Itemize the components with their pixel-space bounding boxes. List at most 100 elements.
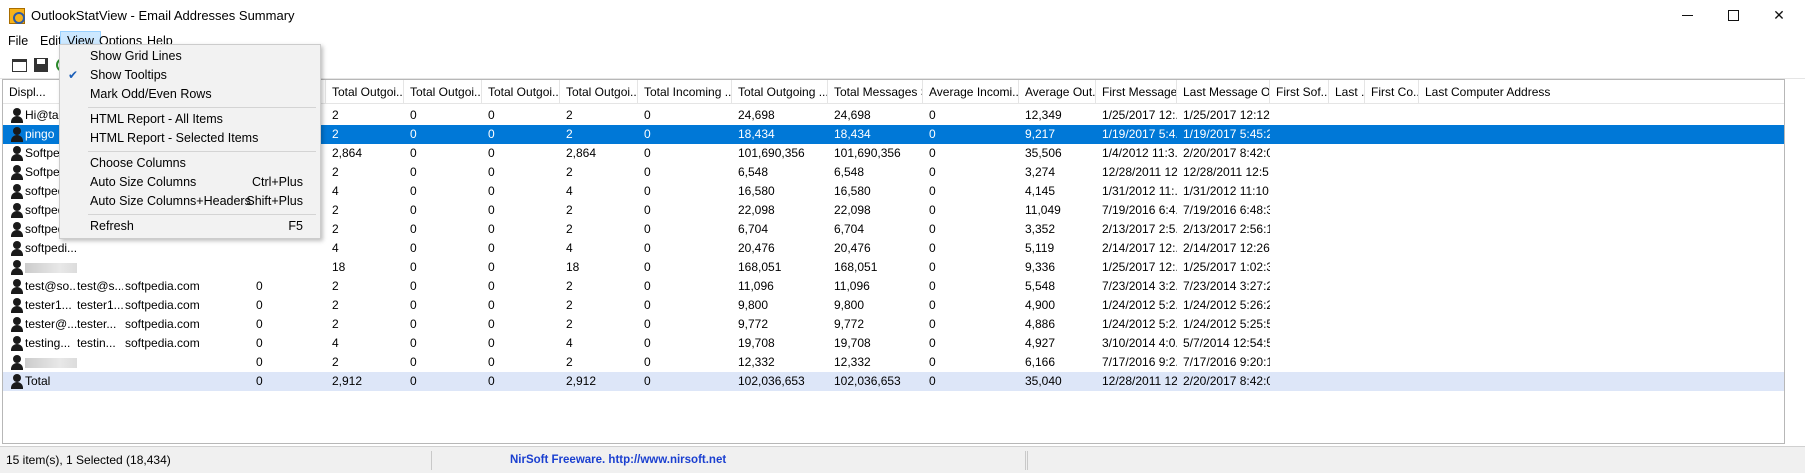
stat-cell: 0	[929, 298, 936, 312]
redacted-text	[25, 262, 77, 273]
stat-cell: 0	[929, 203, 936, 217]
stat-cell: 2	[332, 279, 339, 293]
email-detail-cell: 0	[256, 374, 263, 388]
stat-cell: 0	[488, 241, 495, 255]
contact-icon	[10, 336, 24, 351]
stat-cell: 2	[332, 355, 339, 369]
column-header[interactable]: Total Outgoi...	[482, 80, 560, 104]
stat-cell: 12/28/2011 12:5...	[1183, 165, 1270, 179]
column-header[interactable]: Last ...	[1329, 80, 1365, 104]
table-row[interactable]: tester1... tester1... softpedia.com 0 2 0 0 2 0 9…	[3, 296, 1784, 315]
column-header[interactable]: Total Outgoi...	[560, 80, 638, 104]
stat-cell: 0	[644, 298, 651, 312]
close-button[interactable]: ✕	[1756, 0, 1802, 31]
stat-cell: 2	[566, 108, 573, 122]
column-header[interactable]: Last Message On	[1177, 80, 1270, 104]
table-row[interactable]: 0 2 0 0 2 0 12,332 12,332 0 6,166 7/17/2016 9:2...…	[3, 353, 1784, 372]
menu-auto-size-columns[interactable]: Auto Size Columns Ctrl+Plus	[60, 173, 320, 192]
stat-cell: 9,772	[738, 317, 769, 331]
table-row[interactable]: 18 0 0 18 0 168,051 168,051 0 9,336 1/25/2017 12:…	[3, 258, 1784, 277]
stat-cell: 0	[644, 165, 651, 179]
stat-cell: 0	[644, 108, 651, 122]
stat-cell: 0	[488, 336, 495, 350]
stat-cell: 12,332	[738, 355, 775, 369]
column-header[interactable]: Total Outgoing ...	[732, 80, 828, 104]
stat-cell: 4	[332, 336, 339, 350]
contact-icon	[10, 317, 24, 332]
stat-cell: 6,548	[834, 165, 865, 179]
report-icon	[11, 58, 27, 72]
email-detail-cell: tester1...	[77, 298, 123, 312]
menu-html-report-all[interactable]: HTML Report - All Items	[60, 110, 320, 129]
menu-refresh[interactable]: Refresh F5	[60, 217, 320, 236]
stat-cell: 2/14/2017 12:26:...	[1183, 241, 1270, 255]
stat-cell: 1/25/2017 12:...	[1102, 108, 1177, 122]
menu-choose-columns[interactable]: Choose Columns	[60, 154, 320, 173]
column-header[interactable]: Last Computer Address	[1419, 80, 1784, 104]
menu-html-report-selected[interactable]: HTML Report - Selected Items	[60, 129, 320, 148]
contact-icon	[10, 374, 24, 389]
column-header[interactable]: Average Out...	[1019, 80, 1096, 104]
display-name-cell	[25, 353, 77, 372]
stat-cell: 1/24/2012 5:2...	[1102, 317, 1177, 331]
stat-cell: 20,476	[738, 241, 775, 255]
table-row[interactable]: softpedi... 4 0 0 4 0 20,476 20,476 0 5,119 2/14/2…	[3, 239, 1784, 258]
email-detail-cell	[77, 353, 123, 372]
app-icon	[9, 8, 25, 24]
save-button[interactable]	[31, 55, 51, 75]
stat-cell: 2	[332, 165, 339, 179]
stat-cell: 11,096	[738, 279, 774, 293]
stat-cell: 18	[566, 260, 580, 274]
column-header[interactable]: Total Messages S...	[828, 80, 923, 104]
stat-cell: 3,274	[1025, 165, 1056, 179]
email-detail-cell: softpedia.com	[125, 317, 200, 331]
stat-cell: 0	[488, 127, 495, 141]
stat-cell: 0	[410, 222, 417, 236]
email-detail-cell	[256, 258, 316, 277]
menu-show-tooltips[interactable]: ✔ Show Tooltips	[60, 66, 320, 85]
nirsoft-link[interactable]: NirSoft Freeware. http://www.nirsoft.net	[506, 451, 1026, 470]
table-row[interactable]: testing... testin... softpedia.com 0 4 0 0 4 0 19…	[3, 334, 1784, 353]
column-header[interactable]: First Sof...	[1270, 80, 1329, 104]
maximize-button[interactable]	[1710, 0, 1756, 31]
stat-cell: 4	[566, 336, 573, 350]
column-header[interactable]: First Co...	[1365, 80, 1419, 104]
stat-cell: 0	[410, 317, 417, 331]
stat-cell: 1/19/2017 5:4...	[1102, 127, 1177, 141]
menu-mark-odd-even[interactable]: Mark Odd/Even Rows	[60, 85, 320, 104]
menu-show-grid-lines[interactable]: Show Grid Lines	[60, 47, 320, 66]
stat-cell: 5/7/2014 12:54:5...	[1183, 336, 1270, 350]
menu-file[interactable]: File	[2, 31, 34, 51]
stat-cell: 2,912	[566, 374, 597, 388]
column-header[interactable]: First Message...	[1096, 80, 1177, 104]
total-row[interactable]: Total 0 2,912 0 0 2,912 0 102,036,653 102,036,65…	[3, 372, 1784, 391]
stat-cell: 1/24/2012 5:26:2...	[1183, 298, 1270, 312]
menu-separator	[88, 214, 316, 215]
report-button[interactable]	[9, 55, 29, 75]
contact-icon	[10, 279, 24, 294]
stat-cell: 2	[332, 298, 339, 312]
column-header[interactable]: Total Outgoi...	[326, 80, 404, 104]
stat-cell: 0	[410, 355, 417, 369]
stat-cell: 0	[929, 374, 936, 388]
contact-icon	[10, 203, 24, 218]
stat-cell: 0	[644, 279, 651, 293]
stat-cell: 0	[929, 184, 936, 198]
table-row[interactable]: tester@... tester... softpedia.com 0 2 0 0 2 0 9,…	[3, 315, 1784, 334]
contact-icon	[10, 165, 24, 180]
window-title: OutlookStatView - Email Addresses Summar…	[31, 8, 295, 23]
stat-cell: 18	[332, 260, 346, 274]
contact-icon	[10, 146, 24, 161]
stat-cell: 2,864	[566, 146, 597, 160]
menu-auto-size-headers[interactable]: Auto Size Columns+Headers Shift+Plus	[60, 192, 320, 211]
title-bar: OutlookStatView - Email Addresses Summar…	[0, 0, 1805, 31]
stat-cell: 1/31/2012 11:10:...	[1183, 184, 1270, 198]
stat-cell: 7/17/2016 9:20:1...	[1183, 355, 1270, 369]
check-icon: ✔	[68, 68, 79, 82]
column-header[interactable]: Total Incoming ...	[638, 80, 732, 104]
stat-cell: 5,119	[1025, 241, 1055, 255]
table-row[interactable]: test@so... test@s... softpedia.com 0 2 0 0 2 0 11…	[3, 277, 1784, 296]
column-header[interactable]: Average Incomi...	[923, 80, 1019, 104]
column-header[interactable]: Total Outgoi...	[404, 80, 482, 104]
minimize-button[interactable]	[1664, 0, 1710, 31]
